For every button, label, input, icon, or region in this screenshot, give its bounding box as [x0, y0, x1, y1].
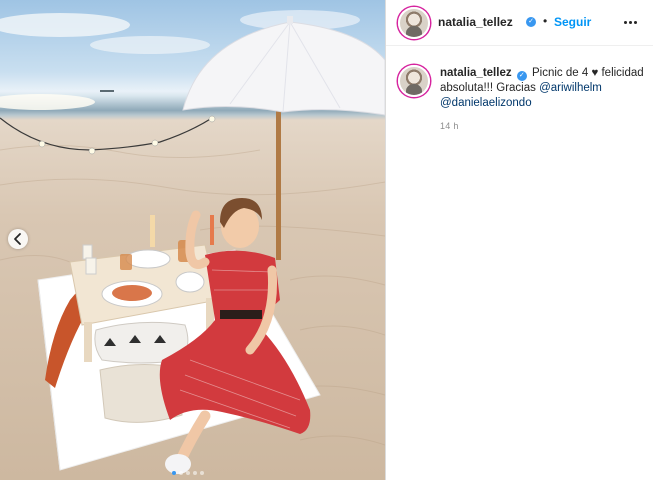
- carousel-dot: [186, 471, 190, 475]
- post-photo[interactable]: [0, 0, 385, 480]
- carousel-dot: [179, 471, 183, 475]
- post-caption: natalia_tellez ✓ Picnic de 4 ♥ felicidad…: [440, 66, 645, 111]
- header-username[interactable]: natalia_tellez: [438, 15, 513, 29]
- caption-username[interactable]: natalia_tellez: [440, 67, 512, 79]
- chevron-left-icon: [14, 233, 21, 245]
- avatar[interactable]: [398, 7, 430, 39]
- carousel-indicator: [172, 462, 207, 480]
- more-options-icon[interactable]: [624, 15, 638, 29]
- panel-divider: [385, 0, 386, 480]
- carousel-prev-button[interactable]: [8, 229, 28, 249]
- verified-badge-icon: ✓: [526, 17, 536, 27]
- carousel-dot: [193, 471, 197, 475]
- separator-dot: •: [543, 14, 548, 28]
- carousel-dot: [172, 471, 176, 475]
- post-timestamp[interactable]: 14 h: [440, 121, 459, 131]
- caption-avatar[interactable]: [398, 65, 430, 97]
- carousel-dot: [200, 471, 204, 475]
- mention-link[interactable]: @danielaelizondo: [440, 97, 532, 109]
- verified-badge-icon: ✓: [516, 71, 527, 81]
- post-header: natalia_tellez ✓ • Seguir: [386, 0, 653, 46]
- beach-picnic-illustration: [0, 10, 385, 474]
- mention-link[interactable]: @ariwilhelm: [539, 82, 602, 94]
- follow-button[interactable]: Seguir: [554, 15, 591, 29]
